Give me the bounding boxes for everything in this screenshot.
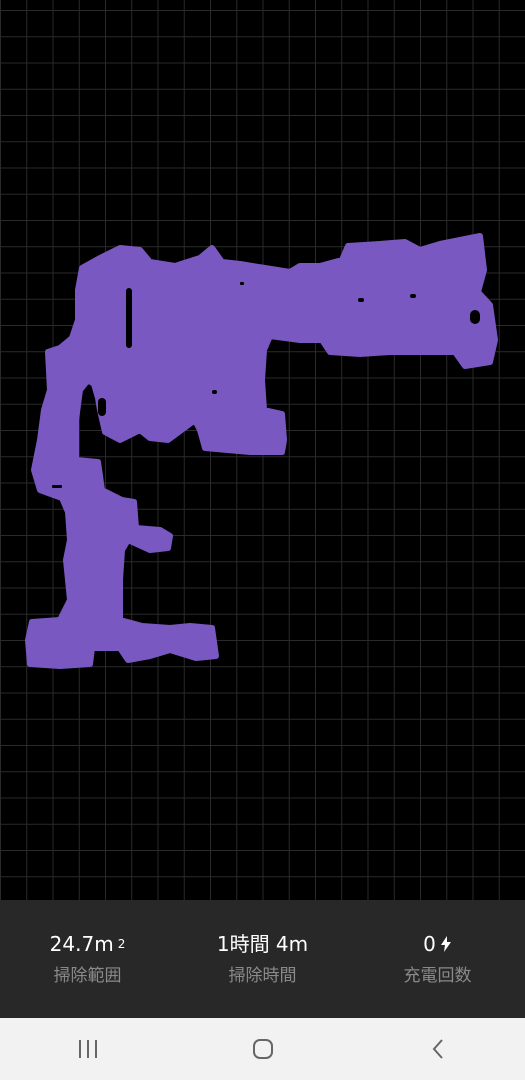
- cleaned-area-shape: [25, 233, 498, 669]
- cleaning-stats-bar: 24.7m 2 掃除範囲 1時間 4m 掃除時間 0 充電回数: [0, 900, 525, 1018]
- obstacle: [470, 310, 480, 324]
- stat-charge-count: 0 充電回数: [350, 932, 525, 986]
- home-button[interactable]: [223, 1024, 303, 1074]
- lightning-bolt-icon: [440, 936, 451, 952]
- stat-cleaning-area: 24.7m 2 掃除範囲: [0, 932, 175, 986]
- cleaning-map[interactable]: [0, 0, 525, 900]
- obstacle: [240, 282, 244, 285]
- recent-apps-button[interactable]: [48, 1024, 128, 1074]
- cleaning-time-value: 1時間 4m: [216, 932, 309, 956]
- charge-count-value: 0: [423, 932, 452, 956]
- stat-cleaning-time: 1時間 4m 掃除時間: [175, 932, 350, 986]
- obstacle: [52, 485, 62, 488]
- obstacle: [126, 288, 132, 348]
- cleaning-area-value: 24.7m 2: [49, 932, 126, 956]
- screen: 24.7m 2 掃除範囲 1時間 4m 掃除時間 0 充電回数: [0, 0, 525, 1080]
- charge-count-label: 充電回数: [403, 966, 472, 986]
- obstacle: [358, 298, 364, 302]
- obstacle: [410, 294, 416, 298]
- recent-apps-icon: [78, 1040, 97, 1058]
- cleaning-area-label: 掃除範囲: [53, 966, 122, 986]
- cleaned-area-map: [25, 233, 498, 669]
- obstacle: [212, 390, 217, 394]
- system-navigation-bar: [0, 1018, 525, 1080]
- back-button[interactable]: [398, 1024, 478, 1074]
- obstacle: [98, 398, 106, 416]
- cleaning-time-label: 掃除時間: [228, 966, 297, 986]
- home-icon: [252, 1039, 273, 1059]
- back-icon: [432, 1039, 443, 1059]
